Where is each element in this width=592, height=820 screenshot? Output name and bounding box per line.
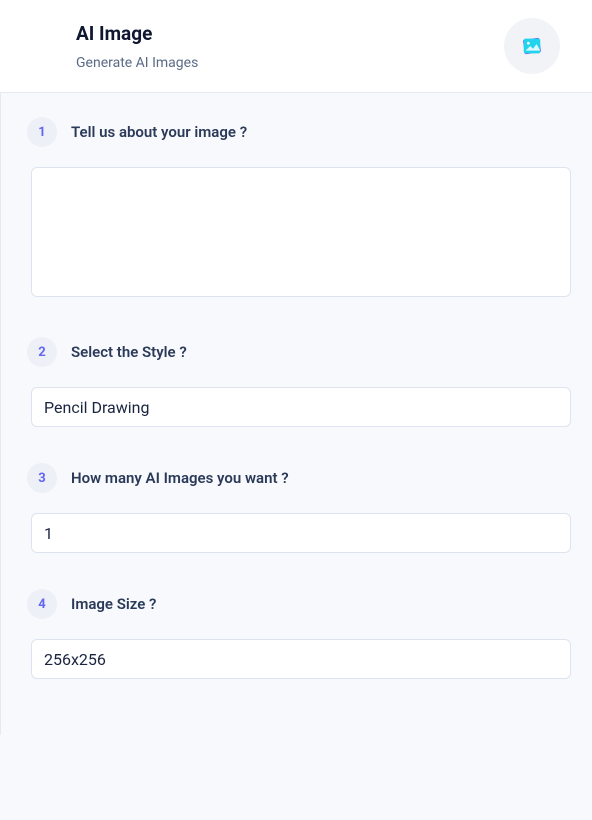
step-header: 4 Image Size ? (21, 589, 572, 619)
page-title: AI Image (76, 22, 198, 45)
size-select[interactable]: 256x256 (31, 639, 571, 679)
step-count: 3 How many AI Images you want ? 1 (21, 463, 572, 553)
step-header: 1 Tell us about your image ? (21, 117, 572, 147)
count-select[interactable]: 1 (31, 513, 571, 553)
step-style: 2 Select the Style ? Pencil Drawing (21, 337, 572, 427)
header: AI Image Generate AI Images (0, 0, 592, 93)
step-label: Tell us about your image ? (71, 123, 247, 141)
count-select-value: 1 (44, 524, 53, 543)
header-text: AI Image Generate AI Images (76, 22, 198, 71)
step-label: How many AI Images you want ? (71, 469, 289, 487)
step-header: 2 Select the Style ? (21, 337, 572, 367)
step-header: 3 How many AI Images you want ? (21, 463, 572, 493)
step-number: 4 (27, 589, 57, 619)
image-icon (521, 35, 543, 57)
step-number: 3 (27, 463, 57, 493)
step-number: 2 (27, 337, 57, 367)
page-subtitle: Generate AI Images (76, 55, 198, 71)
content: 1 Tell us about your image ? 2 Select th… (0, 93, 592, 735)
image-icon-badge (504, 18, 560, 74)
prompt-textarea[interactable] (31, 167, 571, 297)
step-label: Select the Style ? (71, 343, 187, 361)
style-select-value: Pencil Drawing (44, 398, 149, 417)
step-label: Image Size ? (71, 595, 156, 613)
step-number: 1 (27, 117, 57, 147)
size-select-value: 256x256 (44, 650, 106, 669)
step-size: 4 Image Size ? 256x256 (21, 589, 572, 679)
step-prompt: 1 Tell us about your image ? (21, 117, 572, 301)
style-select[interactable]: Pencil Drawing (31, 387, 571, 427)
